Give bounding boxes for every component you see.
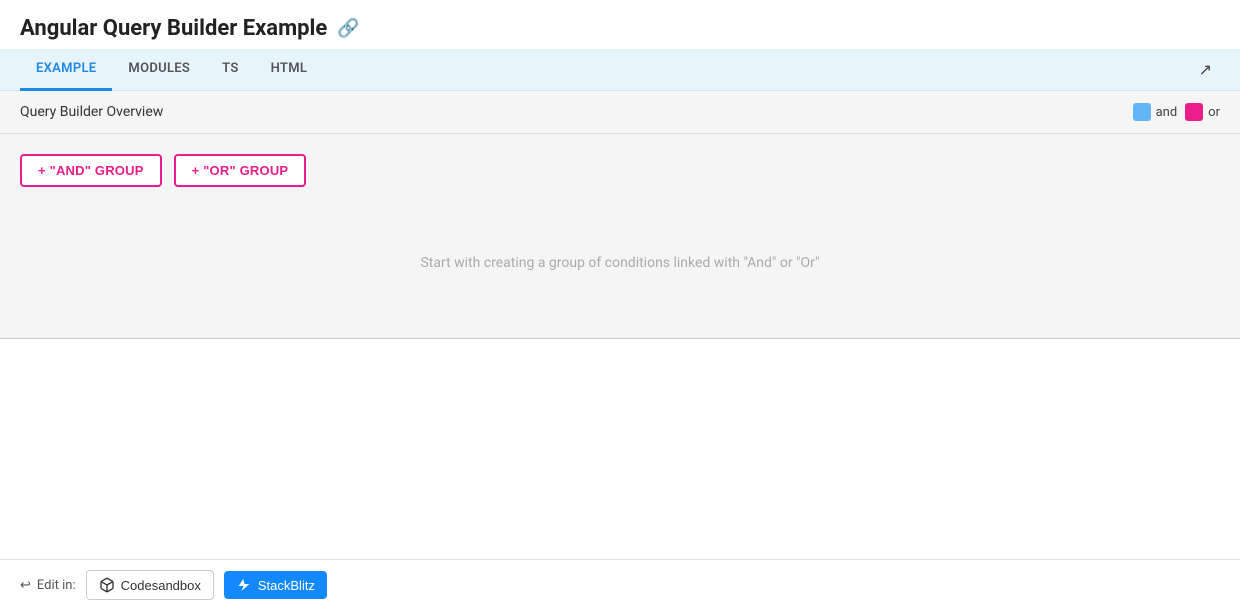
main-content: Query Builder Overview and or + "AND" GR… <box>0 91 1240 559</box>
tab-html[interactable]: HTML <box>255 49 324 91</box>
codesandbox-icon <box>99 577 115 593</box>
add-or-group-button[interactable]: + "OR" GROUP <box>174 154 307 187</box>
expand-icon: ↗ <box>1199 60 1212 79</box>
legend-or-color <box>1185 103 1203 121</box>
expand-button[interactable]: ↗ <box>1191 49 1220 90</box>
stackblitz-button[interactable]: StackBlitz <box>224 571 327 599</box>
add-and-group-button[interactable]: + "AND" GROUP <box>20 154 162 187</box>
stackblitz-icon <box>236 577 252 593</box>
page-header: Angular Query Builder Example 🔗 <box>0 0 1240 49</box>
legend-or-label: or <box>1208 105 1220 120</box>
button-row: + "AND" GROUP + "OR" GROUP <box>20 154 1220 187</box>
page-title: Angular Query Builder Example <box>20 16 327 41</box>
tab-ts[interactable]: TS <box>206 49 254 91</box>
legend-and-label: and <box>1156 105 1178 120</box>
link-icon[interactable]: 🔗 <box>337 18 359 39</box>
edit-in-label: ↩ Edit in: <box>20 578 76 593</box>
legend-and-color <box>1133 103 1151 121</box>
empty-state: Start with creating a group of condition… <box>20 207 1220 318</box>
edit-in-icon: ↩ <box>20 578 31 593</box>
tab-modules[interactable]: MODULES <box>112 49 206 91</box>
tabs-bar: EXAMPLE MODULES TS HTML ↗ <box>0 49 1240 91</box>
footer-bar: ↩ Edit in: Codesandbox StackBlitz <box>0 559 1240 610</box>
legend-and: and <box>1133 103 1178 121</box>
stackblitz-label: StackBlitz <box>258 578 315 593</box>
legend-or: or <box>1185 103 1220 121</box>
empty-area <box>0 339 1240 559</box>
panel-title: Query Builder Overview <box>20 104 163 120</box>
panel-header: Query Builder Overview and or <box>0 91 1240 134</box>
legend-container: and or <box>1133 103 1220 121</box>
codesandbox-label: Codesandbox <box>121 578 201 593</box>
tab-example[interactable]: EXAMPLE <box>20 49 112 91</box>
empty-state-message: Start with creating a group of condition… <box>420 255 819 271</box>
query-area: + "AND" GROUP + "OR" GROUP Start with cr… <box>0 134 1240 338</box>
codesandbox-button[interactable]: Codesandbox <box>86 570 214 600</box>
